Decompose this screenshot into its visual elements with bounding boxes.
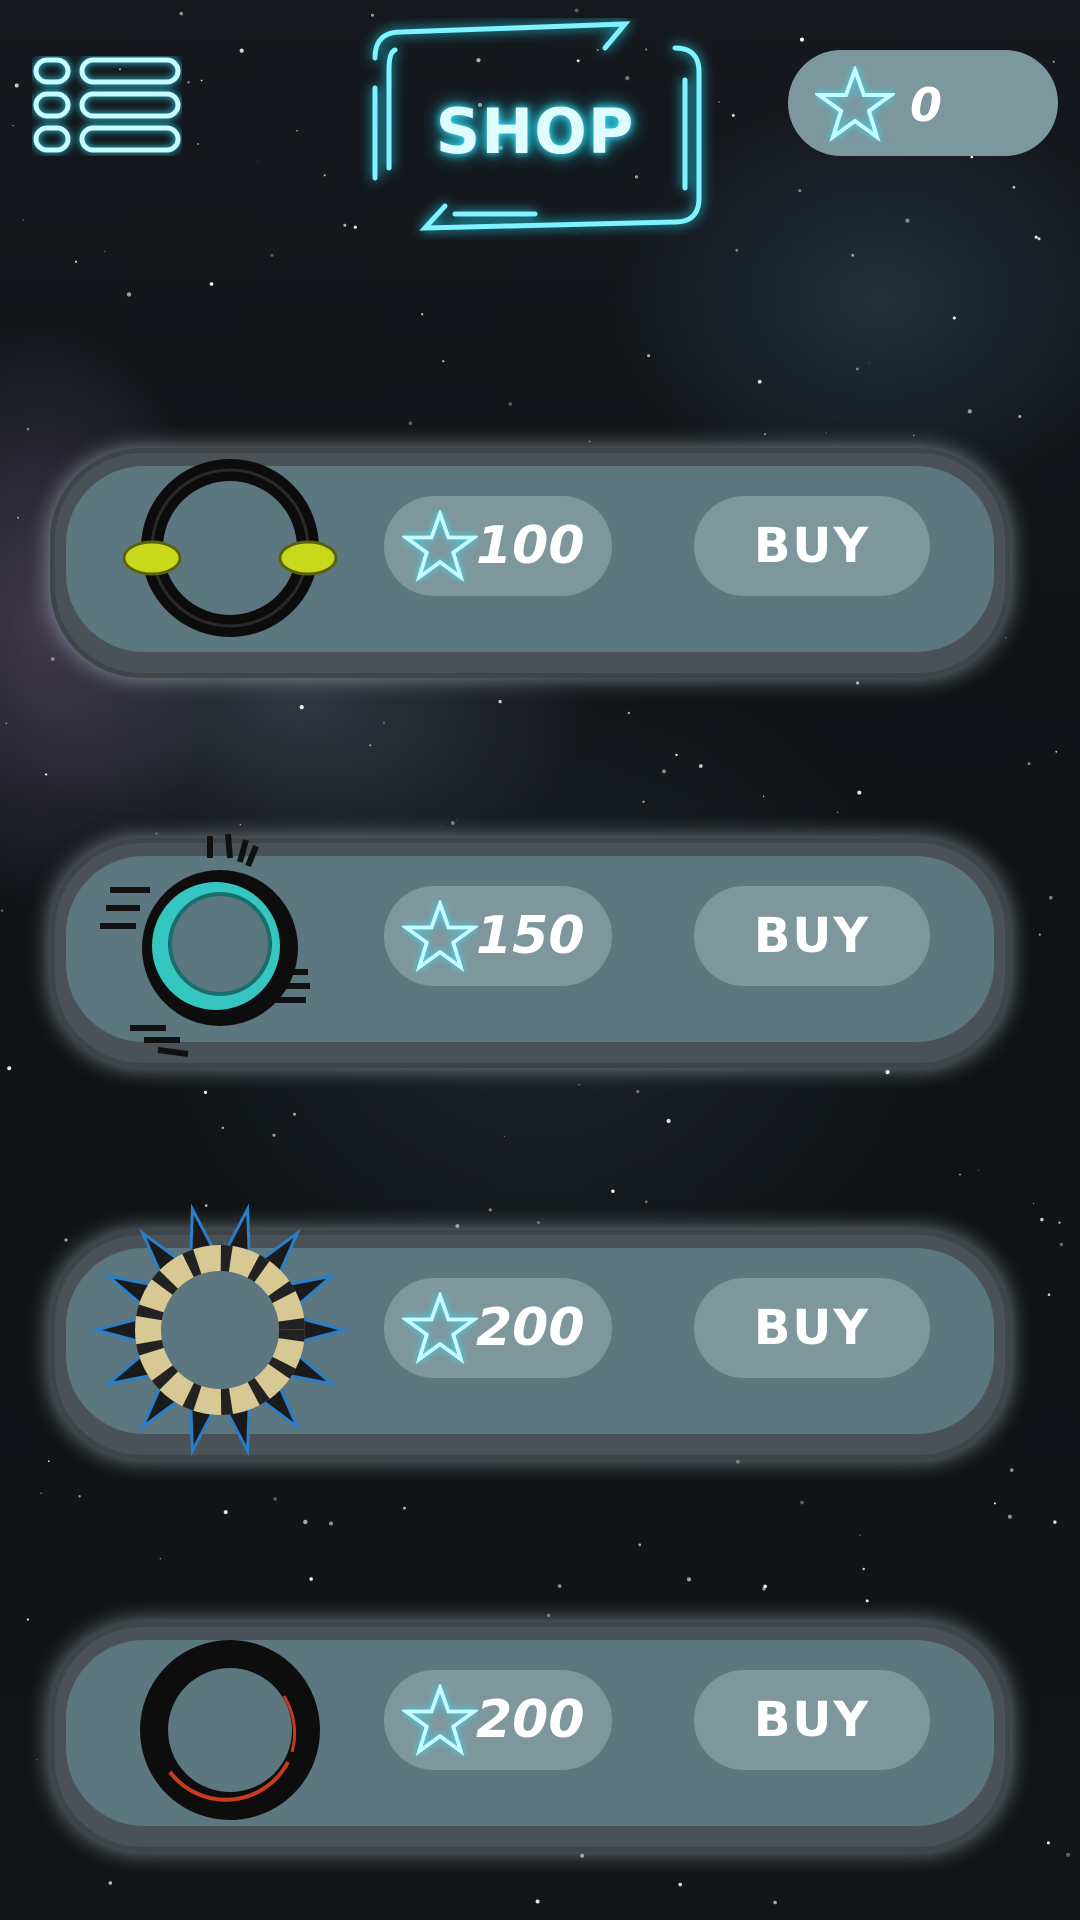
price-tag: 200 — [384, 1670, 612, 1770]
shop-title: SHOP — [435, 95, 635, 168]
buy-button[interactable]: BUY — [694, 1278, 930, 1378]
buy-button[interactable]: BUY — [694, 1670, 930, 1770]
shop-item-card: 100 BUY — [50, 448, 1010, 678]
price-value: 200 — [476, 1298, 585, 1358]
star-icon — [402, 900, 478, 972]
red-black-ring-icon — [140, 1640, 320, 1820]
star-icon — [402, 510, 478, 582]
price-value: 100 — [476, 516, 585, 576]
cyan-ring-spikes-icon — [100, 833, 310, 1057]
price-tag: 100 — [384, 496, 612, 596]
star-balance-value: 0 — [910, 78, 943, 132]
black-ring-yellow-gems-icon — [122, 459, 338, 637]
shop-item-card: 200 BUY — [50, 1203, 1010, 1460]
star-icon — [815, 66, 895, 142]
blue-spiked-ring-icon — [90, 1203, 350, 1457]
buy-button[interactable]: BUY — [694, 496, 930, 596]
price-value: 200 — [476, 1690, 585, 1750]
price-tag: 150 — [384, 886, 612, 986]
star-icon — [402, 1292, 478, 1364]
buy-button[interactable]: BUY — [694, 886, 930, 986]
shop-item-card: 150 BUY — [50, 833, 1010, 1068]
price-value: 150 — [476, 906, 585, 966]
star-icon — [402, 1684, 478, 1756]
shop-item-card: 200 BUY — [50, 1622, 1010, 1852]
menu-list-icon[interactable] — [32, 56, 182, 156]
price-tag: 200 — [384, 1278, 612, 1378]
